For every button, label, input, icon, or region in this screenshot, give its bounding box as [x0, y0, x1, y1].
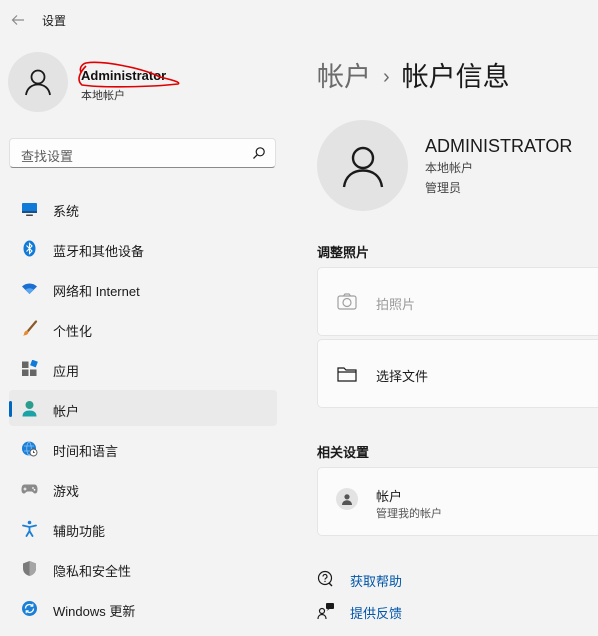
sidebar-item-label: Windows 更新: [53, 604, 136, 619]
person-icon: [25, 69, 51, 96]
choose-file-card[interactable]: 选择文件: [317, 339, 598, 408]
section-title-adjust-photo: 调整照片: [317, 245, 370, 260]
account-role: 管理员: [425, 181, 462, 195]
window-title: 设置: [42, 14, 67, 28]
back-button[interactable]: [6, 8, 30, 32]
sidebar-item-gaming[interactable]: 游戏: [9, 470, 277, 506]
person-icon: [342, 494, 352, 505]
search-icon[interactable]: [252, 146, 266, 160]
sidebar-item-label: 时间和语言: [53, 444, 119, 459]
back-arrow-icon: [11, 15, 24, 25]
sidebar-item-system[interactable]: 系统: [9, 190, 277, 226]
get-help-label: 获取帮助: [350, 574, 403, 589]
avatar: [8, 52, 68, 112]
take-photo-card: 拍照片: [317, 267, 598, 336]
sidebar-item-bluetooth[interactable]: 蓝牙和其他设备: [9, 230, 277, 266]
breadcrumb-separator: ›: [383, 66, 390, 88]
avatar: [336, 488, 358, 510]
accessibility-icon: [22, 520, 37, 537]
apps-icon: [22, 360, 38, 376]
sidebar-item-label: 蓝牙和其他设备: [53, 244, 145, 259]
account-name: ADMINISTRATOR: [425, 136, 573, 156]
breadcrumb: 帐户 › 帐户信息: [317, 55, 510, 94]
sidebar-item-label: 辅助功能: [53, 524, 106, 539]
sidebar-item-label: 隐私和安全性: [53, 564, 132, 579]
sidebar-item-label: 游戏: [53, 484, 80, 499]
help-icon: [317, 570, 333, 587]
sidebar-item-label: 帐户: [53, 404, 80, 419]
accounts-related-label: 帐户: [376, 489, 403, 504]
bluetooth-icon: [23, 240, 36, 257]
sidebar-item-label: 网络和 Internet: [53, 284, 140, 299]
update-icon: [22, 601, 37, 616]
brush-icon: [23, 320, 38, 336]
give-feedback-label: 提供反馈: [350, 606, 403, 621]
gamepad-icon: [21, 484, 38, 494]
profile-account-type: 本地帐户: [81, 90, 125, 102]
section-title-related-settings: 相关设置: [317, 445, 370, 460]
get-help-link[interactable]: 获取帮助: [317, 568, 517, 590]
feedback-icon: [317, 603, 334, 620]
choose-file-label: 选择文件: [376, 369, 429, 384]
globe-clock-icon: [22, 441, 38, 457]
monitor-icon: [22, 203, 37, 216]
sidebar-item-accounts[interactable]: 帐户: [9, 390, 277, 426]
person-icon: [22, 401, 37, 417]
selection-indicator: [9, 401, 12, 417]
sidebar-item-privacy[interactable]: 隐私和安全性: [9, 550, 277, 586]
page-title: 帐户信息: [401, 62, 510, 92]
sidebar-item-label: 应用: [53, 364, 80, 379]
breadcrumb-parent[interactable]: 帐户: [317, 62, 371, 92]
accounts-related-card[interactable]: 帐户 管理我的帐户: [317, 467, 598, 536]
sidebar-item-network[interactable]: 网络和 Internet: [9, 270, 277, 306]
profile-name: Administrator: [81, 68, 167, 83]
sidebar-item-accessibility[interactable]: 辅助功能: [9, 510, 277, 546]
sidebar-item-apps[interactable]: 应用: [9, 350, 277, 386]
title-bar: 设置: [0, 0, 598, 40]
search-input[interactable]: 查找设置: [9, 138, 276, 168]
sidebar-item-label: 个性化: [53, 324, 93, 339]
search-placeholder: 查找设置: [21, 149, 74, 164]
sidebar-item-time-language[interactable]: 时间和语言: [9, 430, 277, 466]
account-type: 本地帐户: [425, 161, 474, 175]
give-feedback-link[interactable]: 提供反馈: [317, 600, 517, 622]
sidebar-item-windows-update[interactable]: Windows 更新: [9, 590, 277, 626]
account-avatar: [317, 120, 408, 211]
sidebar-item-label: 系统: [53, 204, 80, 219]
accounts-related-sub: 管理我的帐户: [376, 508, 442, 520]
person-icon: [342, 146, 383, 187]
take-photo-label: 拍照片: [376, 297, 416, 312]
shield-icon: [23, 561, 36, 576]
folder-icon: [337, 367, 357, 382]
sidebar-item-personalization[interactable]: 个性化: [9, 310, 277, 346]
sidebar-nav: 系统 蓝牙和其他设备 网络和 Internet 个性化 应用 帐户 时间和语言 …: [9, 190, 277, 630]
user-profile[interactable]: Administrator 本地帐户: [8, 52, 288, 112]
wifi-icon: [22, 283, 37, 294]
camera-icon: [337, 293, 357, 310]
